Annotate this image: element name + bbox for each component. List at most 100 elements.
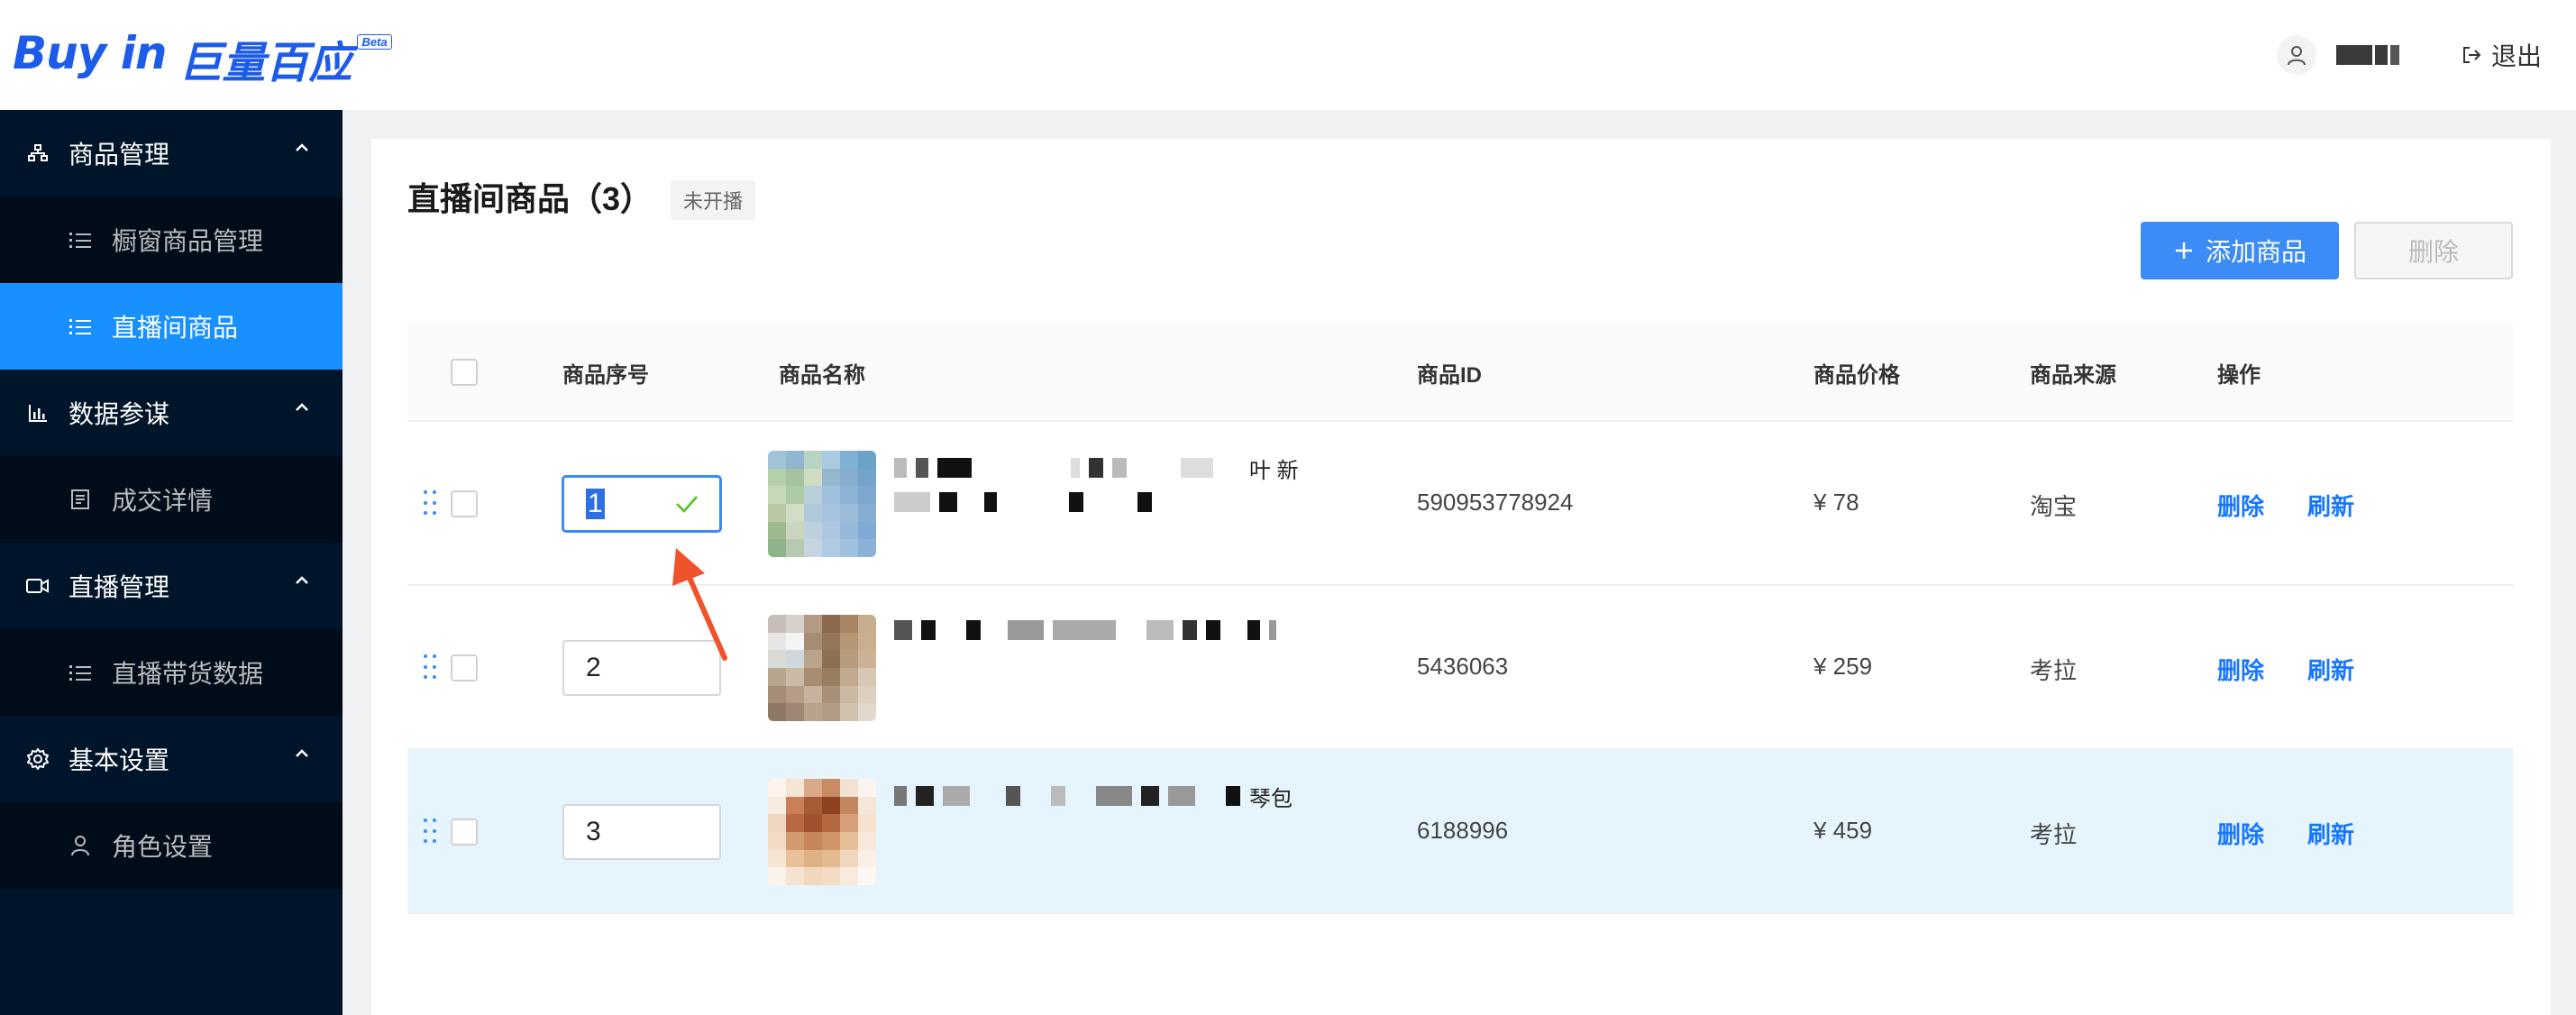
bar-chart-icon	[25, 400, 50, 425]
column-header-source: 商品来源	[2030, 363, 2116, 388]
row-refresh-link[interactable]: 刷新	[2307, 653, 2354, 686]
logo-cn-text: 巨量百应	[178, 38, 352, 88]
sequence-input[interactable]: 3	[562, 804, 721, 860]
list-icon	[67, 226, 94, 253]
product-price: ¥ 259	[1813, 653, 1873, 680]
sequence-value: 1	[586, 489, 605, 519]
menu-group-label: 数据参谋	[69, 400, 170, 428]
table-header: 商品序号 商品名称 商品ID 商品价格 商品来源 操作	[407, 323, 2513, 422]
user-avatar-icon[interactable]	[2276, 35, 2316, 75]
product-price: ¥ 78	[1813, 489, 1859, 516]
sequence-value: 3	[586, 817, 601, 846]
menu-group-label: 直播管理	[69, 573, 170, 601]
page-title: 直播间商品（3）	[407, 180, 653, 217]
product-id: 5436063	[1417, 653, 1509, 680]
product-name-line-1	[894, 618, 1276, 642]
document-icon	[67, 486, 94, 513]
live-status-tag: 未开播	[671, 180, 756, 220]
user-area: 退出	[2276, 0, 2576, 110]
column-header-id: 商品ID	[1417, 363, 1482, 388]
drag-handle-icon[interactable]	[424, 654, 436, 681]
logout-icon	[2462, 47, 2481, 63]
row-refresh-link[interactable]: 刷新	[2307, 817, 2354, 850]
bulk-delete-label: 删除	[2407, 238, 2459, 266]
column-header-actions: 操作	[2217, 363, 2261, 388]
user-icon	[67, 832, 94, 859]
product-name-line-1: 叶 新	[894, 456, 1299, 483]
sequence-input[interactable]: 1	[562, 476, 721, 532]
row-delete-link[interactable]: 删除	[2217, 817, 2264, 850]
menu-group-product[interactable]: 商品管理	[0, 110, 343, 197]
submenu-live: 直播带货数据	[0, 629, 343, 716]
column-header-seq: 商品序号	[562, 363, 649, 388]
plus-icon	[2175, 242, 2192, 259]
list-icon	[67, 313, 94, 340]
submenu-data: 成交详情	[0, 456, 343, 543]
chevron-up-icon	[296, 143, 308, 151]
sidebar-item-deal-details[interactable]: 成交详情	[0, 456, 343, 543]
sidebar-item-label: 角色设置	[112, 833, 214, 861]
row-checkbox[interactable]	[451, 818, 478, 846]
submenu-product: 橱窗商品管理 直播间商品	[0, 197, 343, 370]
row-delete-link[interactable]: 删除	[2217, 489, 2264, 522]
product-id: 590953778924	[1417, 489, 1574, 516]
row-delete-link[interactable]: 删除	[2217, 653, 2264, 686]
logout-label: 退出	[2490, 42, 2542, 70]
row-checkbox[interactable]	[451, 654, 478, 681]
sidebar-item-label: 直播带货数据	[112, 660, 264, 688]
row-checkbox[interactable]	[451, 490, 478, 517]
add-product-label: 添加商品	[2205, 238, 2307, 266]
column-header-name: 商品名称	[779, 363, 865, 388]
product-name-fragment: 琴包	[1249, 786, 1293, 811]
product-name-line-1: 琴包	[894, 784, 1293, 811]
menu-group-label: 商品管理	[69, 141, 170, 169]
sequence-value: 2	[586, 653, 601, 682]
product-source: 考拉	[2030, 821, 2078, 848]
bulk-delete-button[interactable]: 删除	[2354, 222, 2513, 279]
chevron-up-icon	[296, 576, 308, 584]
submenu-settings: 角色设置	[0, 802, 343, 889]
product-name-line-2	[894, 490, 1152, 514]
gear-icon	[25, 746, 50, 772]
add-product-button[interactable]: 添加商品	[2141, 222, 2339, 279]
menu-group-label: 基本设置	[69, 746, 170, 774]
menu-group-settings[interactable]: 基本设置	[0, 716, 343, 802]
check-icon[interactable]	[674, 492, 699, 516]
table-row: 3 琴包 6188996 ¥ 459 考拉 删除 刷新	[407, 750, 2513, 914]
row-refresh-link[interactable]: 刷新	[2307, 489, 2354, 522]
sidebar-item-role-settings[interactable]: 角色设置	[0, 802, 343, 889]
product-thumbnail	[768, 615, 876, 721]
sidebar-item-live-room-products[interactable]: 直播间商品	[0, 283, 343, 370]
menu-group-live[interactable]: 直播管理	[0, 543, 343, 629]
video-camera-icon	[25, 573, 50, 599]
beta-badge: Beta	[357, 34, 392, 50]
chevron-up-icon	[296, 749, 308, 757]
product-tree-icon	[25, 141, 50, 166]
product-source: 考拉	[2030, 657, 2078, 684]
sidebar-item-label: 橱窗商品管理	[112, 227, 264, 255]
sidebar-item-label: 成交详情	[112, 487, 214, 515]
logo-text: Buy in	[13, 27, 167, 79]
user-name-redacted[interactable]	[2335, 44, 2410, 66]
logout-button[interactable]: 退出	[2461, 37, 2542, 73]
product-price: ¥ 459	[1813, 817, 1873, 844]
annotation-arrow-icon	[672, 548, 727, 661]
product-id: 6188996	[1417, 817, 1509, 844]
chevron-up-icon	[296, 403, 308, 411]
sidebar-item-showcase-products[interactable]: 橱窗商品管理	[0, 197, 343, 283]
drag-handle-icon[interactable]	[424, 490, 436, 517]
product-thumbnail	[768, 779, 876, 885]
sidebar-item-label: 直播间商品	[112, 314, 239, 342]
product-thumbnail	[768, 451, 876, 557]
menu-group-data[interactable]: 数据参谋	[0, 370, 343, 456]
product-source: 淘宝	[2030, 493, 2078, 520]
sidebar: 商品管理 橱窗商品管理 直播间商品 数据参谋 成交详情 直播管理 直播带货数据 …	[0, 110, 343, 1015]
drag-handle-icon[interactable]	[424, 818, 436, 846]
column-header-price: 商品价格	[1813, 363, 1900, 388]
list-icon	[67, 659, 94, 686]
product-name-fragment: 叶 新	[1249, 458, 1299, 483]
sidebar-item-live-sales-data[interactable]: 直播带货数据	[0, 629, 343, 716]
select-all-checkbox[interactable]	[451, 359, 478, 386]
buyin-logo[interactable]: Buy in 巨量百应 Beta	[13, 27, 392, 90]
top-header: Buy in 巨量百应 Beta 退出	[0, 0, 2576, 110]
